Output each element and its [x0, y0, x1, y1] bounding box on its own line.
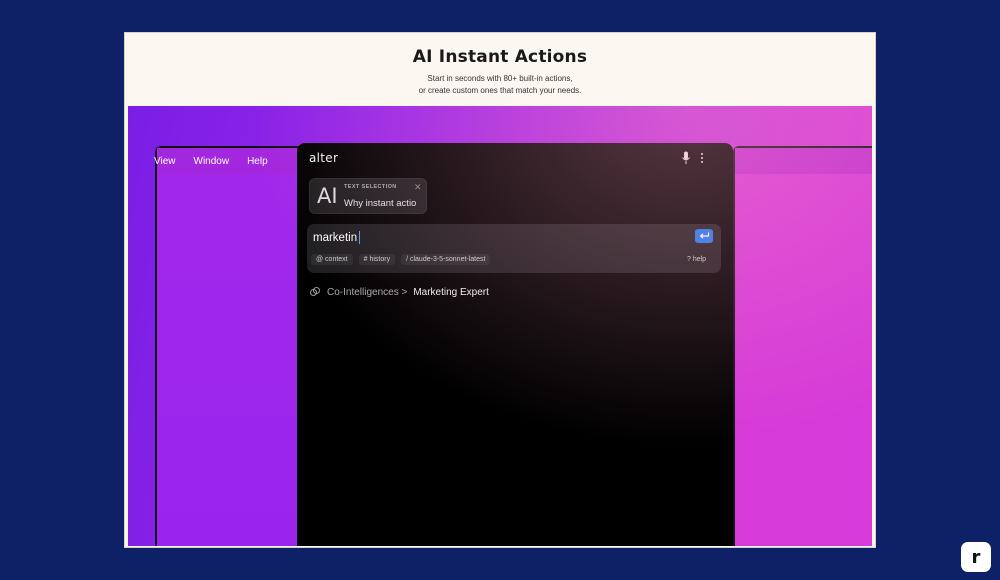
feature-card: AI Instant Actions Start in seconds with…	[124, 32, 876, 548]
hero-subtitle-line2: or create custom ones that match your ne…	[418, 86, 582, 95]
tag-history[interactable]: # history	[358, 254, 396, 265]
chip-glyph: AI	[317, 184, 338, 208]
suggestion-path: Co-Intelligences >	[327, 286, 408, 298]
background-app-window: View Window Help	[154, 146, 301, 546]
microphone-icon[interactable]	[681, 151, 691, 165]
close-icon[interactable]: ✕	[414, 182, 422, 193]
right-window-toolbar	[735, 148, 872, 174]
help-link[interactable]: ? help	[687, 256, 706, 263]
enter-icon	[699, 232, 709, 239]
app-menubar: View Window Help	[154, 148, 301, 174]
co-intelligence-icon	[310, 287, 320, 296]
brand-badge[interactable]: r	[961, 542, 991, 572]
suggestion-target: Marketing Expert	[413, 286, 489, 298]
chip-selected-text: Why instant actions	[344, 198, 416, 209]
prompt-input[interactable]	[313, 230, 683, 246]
text-selection-chip[interactable]: AI TEXT SELECTION Why instant actions ✕	[309, 178, 427, 214]
more-options-icon[interactable]	[699, 151, 705, 165]
alter-panel: alter AI TEXT SELECTION Why instant acti…	[297, 143, 733, 546]
tag-model[interactable]: / claude-3-5-sonnet-latest	[401, 254, 491, 265]
hero-title: AI Instant Actions	[412, 47, 588, 67]
suggestion-item[interactable]: Co-Intelligences > Marketing Expert	[309, 286, 489, 298]
background-app-window-right	[733, 146, 872, 546]
prompt-tags: @ context # history / claude-3-5-sonnet-…	[311, 254, 491, 265]
prompt-box: @ context # history / claude-3-5-sonnet-…	[307, 224, 721, 273]
text-caret	[359, 231, 360, 244]
alter-logo: alter	[309, 151, 339, 165]
chip-caption: TEXT SELECTION	[344, 184, 397, 190]
menu-window[interactable]: Window	[194, 156, 230, 167]
menu-view[interactable]: View	[154, 156, 176, 167]
hero-subtitle-line1: Start in seconds with 80+ built-in actio…	[427, 74, 573, 83]
demo-screen: View Window Help alter AI TEXT SELECTION…	[128, 106, 872, 546]
send-button[interactable]	[695, 229, 713, 243]
tag-context[interactable]: @ context	[311, 254, 353, 265]
menu-help[interactable]: Help	[247, 156, 268, 167]
